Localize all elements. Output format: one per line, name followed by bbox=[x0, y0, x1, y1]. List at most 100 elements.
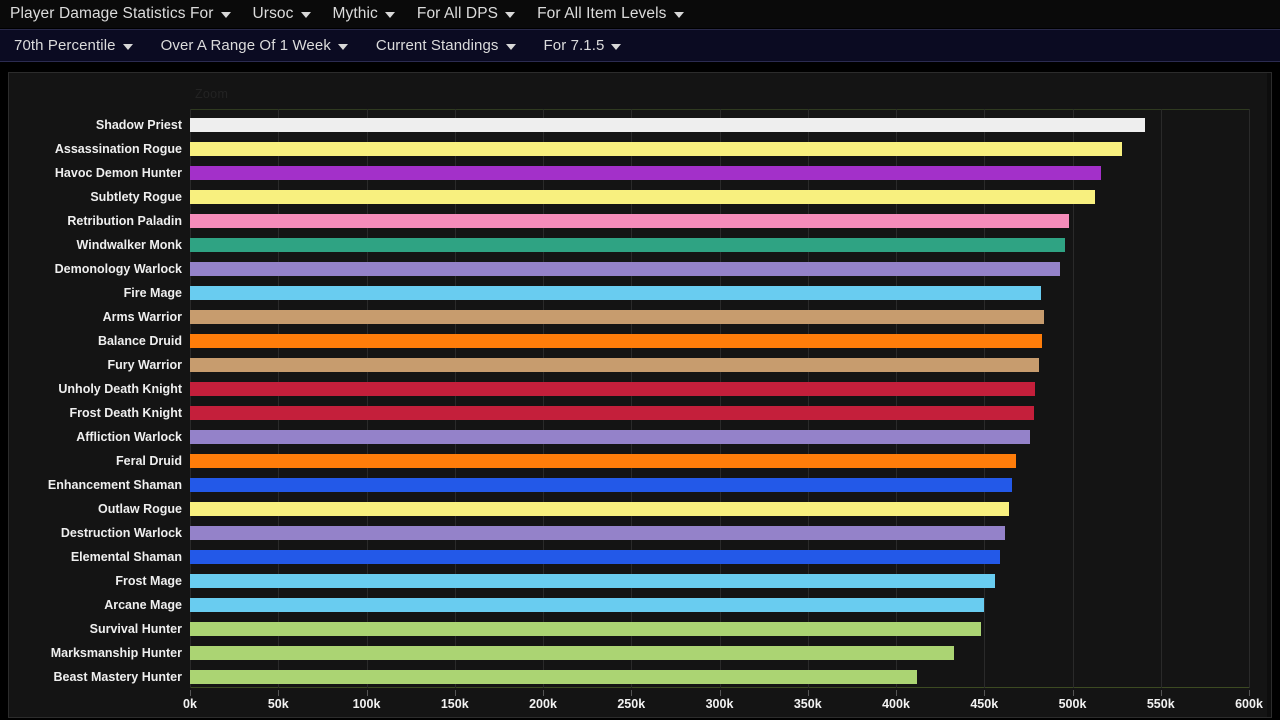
bar[interactable] bbox=[190, 358, 1039, 372]
x-axis-tick bbox=[366, 690, 368, 696]
chart-row[interactable]: Fire Mage bbox=[124, 281, 1249, 305]
bar[interactable] bbox=[190, 502, 1009, 516]
bar[interactable] bbox=[190, 550, 1001, 564]
nav-item-3[interactable]: For All DPS bbox=[417, 5, 516, 23]
bar[interactable] bbox=[190, 238, 1066, 252]
bar[interactable] bbox=[190, 574, 995, 588]
bar[interactable] bbox=[190, 382, 1036, 396]
bar[interactable] bbox=[190, 646, 955, 660]
nav-item-label: 70th Percentile bbox=[14, 37, 116, 54]
x-axis-tick-label: 100k bbox=[352, 697, 381, 711]
chart-panel: Zoom Shadow Priest Assassination Rogue Hav… bbox=[8, 72, 1272, 718]
bar[interactable] bbox=[190, 118, 1145, 132]
x-axis-tick bbox=[719, 690, 721, 696]
chart-row[interactable]: Destruction Warlock bbox=[61, 521, 1249, 545]
x-axis-tick bbox=[278, 690, 280, 696]
bar-category-label: Affliction Warlock bbox=[76, 430, 182, 444]
nav-item-4[interactable]: For All Item Levels bbox=[537, 5, 684, 23]
bar[interactable] bbox=[190, 526, 1006, 540]
x-axis-tick bbox=[896, 690, 897, 696]
x-axis-tick bbox=[1160, 690, 1162, 696]
x-axis-tick-label: 150k bbox=[440, 697, 469, 711]
chart-row[interactable]: Survival Hunter bbox=[90, 617, 1249, 641]
filter-item-1[interactable]: Over A Range Of 1 Week bbox=[161, 37, 348, 54]
chart-row[interactable]: Enhancement Shaman bbox=[48, 473, 1249, 497]
bar[interactable] bbox=[190, 598, 985, 612]
bar[interactable] bbox=[190, 286, 1041, 300]
nav-item-0[interactable]: Player Damage Statistics For bbox=[10, 5, 231, 23]
nav-item-label: For 7.1.5 bbox=[543, 37, 605, 54]
bar[interactable] bbox=[190, 478, 1013, 492]
chevron-down-icon bbox=[673, 12, 684, 18]
bar-category-label: Enhancement Shaman bbox=[47, 478, 182, 492]
chart-row[interactable]: Feral Druid bbox=[116, 449, 1249, 473]
bar[interactable] bbox=[190, 406, 1034, 420]
bar-category-label: Destruction Warlock bbox=[60, 526, 182, 540]
chart-row[interactable]: Windwalker Monk bbox=[77, 233, 1249, 257]
chart-row[interactable]: Assassination Rogue bbox=[55, 137, 1249, 161]
nav-item-label: Over A Range Of 1 Week bbox=[160, 37, 331, 54]
bar-category-label: Unholy Death Knight bbox=[58, 382, 182, 396]
x-axis-tick-label: 400k bbox=[882, 697, 910, 711]
bar[interactable] bbox=[190, 670, 918, 684]
x-axis-tick bbox=[984, 690, 986, 696]
bar-category-label: Windwalker Monk bbox=[76, 238, 182, 252]
zoom-label[interactable]: Zoom bbox=[195, 87, 228, 101]
bar[interactable] bbox=[190, 142, 1122, 156]
chart-row[interactable]: Unholy Death Knight bbox=[58, 377, 1249, 401]
bar-category-label: Feral Druid bbox=[116, 454, 182, 468]
chart-row[interactable]: Demonology Warlock bbox=[55, 257, 1249, 281]
nav-item-label: Player Damage Statistics For bbox=[10, 5, 214, 22]
bar-category-label: Shadow Priest bbox=[95, 118, 182, 132]
chart-row[interactable]: Balance Druid bbox=[98, 329, 1249, 353]
chart-row[interactable]: Shadow Priest bbox=[96, 113, 1249, 137]
bar[interactable] bbox=[190, 334, 1043, 348]
chart-row[interactable]: Fury Warrior bbox=[107, 353, 1249, 377]
bar[interactable] bbox=[190, 214, 1069, 228]
chart-row[interactable]: Marksmanship Hunter bbox=[51, 641, 1249, 665]
bar-category-label: Fury Warrior bbox=[107, 358, 182, 372]
nav-item-1[interactable]: Ursoc bbox=[253, 5, 311, 23]
bar[interactable] bbox=[190, 190, 1096, 204]
chart-row[interactable]: Arcane Mage bbox=[104, 593, 1249, 617]
bar[interactable] bbox=[190, 430, 1031, 444]
x-axis-tick bbox=[631, 690, 633, 696]
bar-chart-plot-area[interactable]: Shadow Priest Assassination Rogue Havoc De… bbox=[48, 109, 1263, 711]
chart-row[interactable]: Frost Mage bbox=[115, 569, 1249, 593]
bar[interactable] bbox=[190, 166, 1101, 180]
bar[interactable] bbox=[190, 262, 1061, 276]
filter-item-2[interactable]: Current Standings bbox=[376, 37, 516, 54]
bar-category-label: Demonology Warlock bbox=[54, 262, 182, 276]
x-axis-tick bbox=[1072, 690, 1074, 696]
bar-category-label: Frost Death Knight bbox=[69, 406, 183, 420]
bar[interactable] bbox=[190, 310, 1045, 324]
chevron-down-icon bbox=[300, 12, 311, 18]
chevron-down-icon bbox=[505, 43, 516, 50]
nav-item-label: For All Item Levels bbox=[537, 5, 667, 22]
x-axis-tick-label: 500k bbox=[1058, 697, 1087, 711]
x-axis-tick bbox=[1249, 690, 1250, 696]
nav-item-label: Ursoc bbox=[252, 5, 294, 22]
chart-row[interactable]: Elemental Shaman bbox=[71, 545, 1249, 569]
secondary-navigation-bar: 70th Percentile Over A Range Of 1 Week Cur… bbox=[0, 29, 1280, 62]
chart-row[interactable]: Outlaw Rogue bbox=[98, 497, 1249, 521]
filter-item-3[interactable]: For 7.1.5 bbox=[544, 37, 622, 54]
chart-row[interactable]: Subtlety Rogue bbox=[90, 185, 1249, 209]
bar[interactable] bbox=[190, 454, 1017, 468]
filter-item-0[interactable]: 70th Percentile bbox=[14, 37, 133, 54]
chart-right-edge bbox=[1267, 73, 1271, 717]
bar-category-label: Havoc Demon Hunter bbox=[54, 166, 182, 180]
x-axis-tick bbox=[454, 690, 456, 696]
chart-row[interactable]: Arms Warrior bbox=[103, 305, 1249, 329]
chart-row[interactable]: Retribution Paladin bbox=[67, 209, 1249, 233]
bar-category-label: Arms Warrior bbox=[102, 310, 182, 324]
bar[interactable] bbox=[190, 622, 981, 636]
chart-row[interactable]: Beast Mastery Hunter bbox=[53, 665, 1249, 689]
x-axis-tick-label: 350k bbox=[793, 697, 822, 711]
chart-row[interactable]: Affliction Warlock bbox=[76, 425, 1249, 449]
chart-row[interactable]: Havoc Demon Hunter bbox=[55, 161, 1249, 185]
chart-row[interactable]: Frost Death Knight bbox=[70, 401, 1249, 425]
bar-category-label: Subtlety Rogue bbox=[90, 190, 182, 204]
nav-item-2[interactable]: Mythic bbox=[333, 5, 395, 23]
x-axis-tick-label: 550k bbox=[1146, 697, 1175, 711]
